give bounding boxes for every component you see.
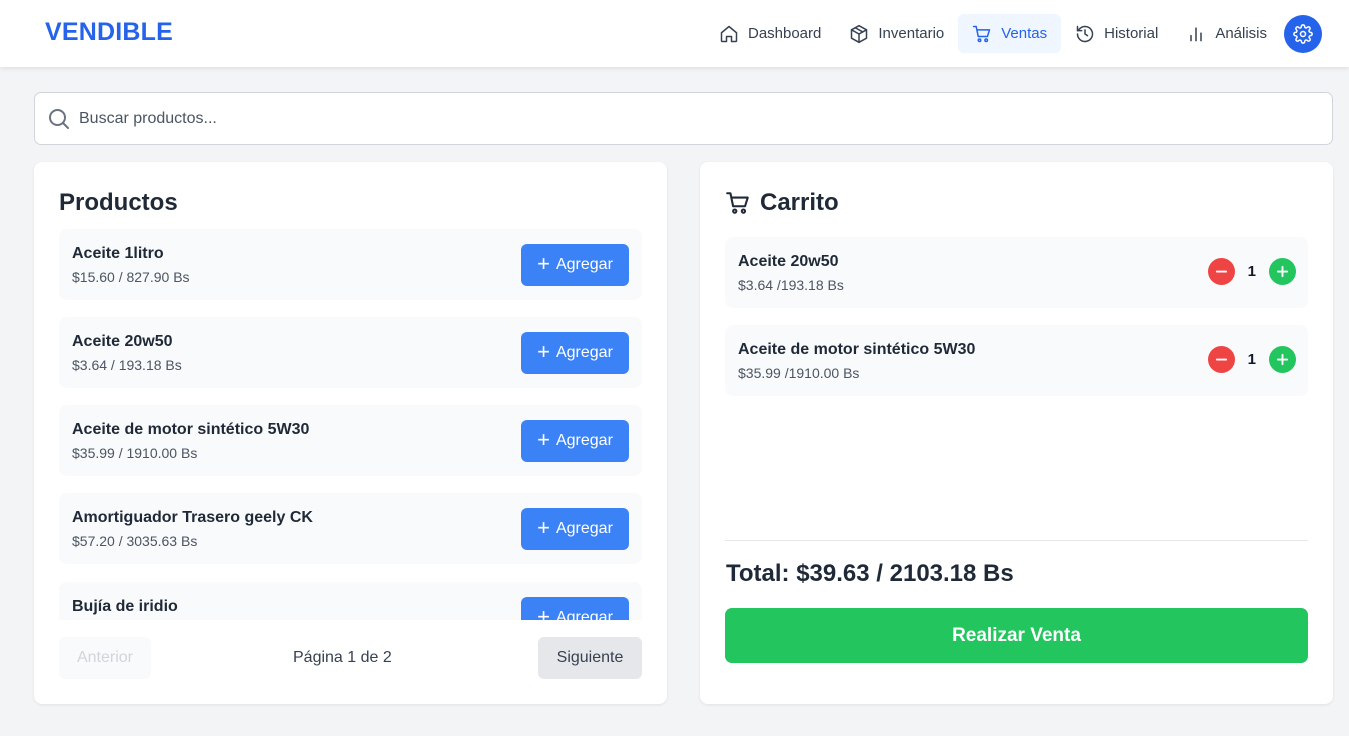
products-panel: Productos Aceite 1litro $15.60 / 827.90 … (34, 162, 667, 704)
product-price: $3.64 / 193.18 Bs (72, 357, 182, 373)
quantity-stepper: 1 (1207, 258, 1296, 285)
top-navbar: VENDIBLE Dashboard Inventario Ventas His… (0, 0, 1349, 67)
increase-quantity-button[interactable] (1269, 346, 1296, 373)
add-label: Agregar (555, 344, 613, 361)
add-label: Agregar (555, 432, 613, 449)
cart-total: Total: $39.63 / 2103.18 Bs (726, 560, 1014, 587)
nav-item-analisis[interactable]: Análisis (1172, 14, 1281, 53)
plus-icon: + (537, 515, 550, 540)
product-item: Amortiguador Trasero geely CK $57.20 / 3… (59, 493, 642, 564)
package-icon (851, 24, 868, 43)
quantity-stepper: 1 (1207, 346, 1296, 373)
cart-icon (726, 192, 749, 214)
product-item: Aceite de motor sintético 5W30 $35.99 / … (59, 405, 642, 476)
increase-quantity-button[interactable] (1269, 258, 1296, 285)
cart-icon (973, 25, 991, 42)
settings-button[interactable] (1284, 14, 1322, 53)
minus-icon (1215, 358, 1227, 361)
cart-item-name: Aceite de motor sintético 5W30 (738, 341, 976, 358)
product-name: Aceite 1litro (72, 245, 164, 262)
cart-item-price: $35.99 /1910.00 Bs (738, 365, 860, 381)
product-name: Bujía de iridio (72, 598, 178, 615)
checkout-button[interactable]: Realizar Venta (725, 608, 1308, 663)
brand-logo[interactable]: VENDIBLE (45, 18, 173, 47)
plus-icon (1276, 265, 1289, 278)
cart-panel: Carrito Aceite 20w50 $3.64 /193.18 Bs 1 … (700, 162, 1333, 704)
cart-item: Aceite 20w50 $3.64 /193.18 Bs 1 (725, 237, 1308, 308)
cart-title: Carrito (760, 189, 839, 216)
next-page-button[interactable]: Siguiente (538, 637, 642, 679)
add-label: Agregar (555, 520, 613, 537)
plus-icon (1276, 353, 1289, 366)
add-to-cart-button[interactable]: + Agregar (521, 244, 629, 286)
nav-label: Dashboard (747, 25, 822, 42)
add-to-cart-button[interactable]: + Agregar (521, 420, 629, 462)
product-name: Aceite de motor sintético 5W30 (72, 421, 310, 438)
history-icon (1076, 25, 1094, 42)
product-item: Aceite 20w50 $3.64 / 193.18 Bs + Agregar (59, 317, 642, 388)
cart-item-price: $3.64 /193.18 Bs (738, 277, 844, 293)
nav-item-inventario[interactable]: Inventario (835, 14, 958, 53)
product-name: Aceite 20w50 (72, 333, 173, 350)
nav-label: Análisis (1215, 25, 1267, 42)
cart-item: Aceite de motor sintético 5W30 $35.99 /1… (725, 325, 1308, 396)
decrease-quantity-button[interactable] (1207, 346, 1235, 373)
nav-label: Ventas (1001, 25, 1048, 42)
nav-item-historial[interactable]: Historial (1061, 14, 1172, 53)
products-title: Productos (59, 189, 178, 216)
product-price: $15.60 / 827.90 Bs (72, 269, 190, 285)
plus-icon: + (537, 427, 550, 452)
home-icon (720, 25, 738, 42)
search-input[interactable] (79, 109, 1279, 128)
cart-item-name: Aceite 20w50 (738, 253, 839, 270)
plus-icon: + (537, 339, 550, 364)
add-label: Agregar (555, 256, 613, 273)
product-item: Aceite 1litro $15.60 / 827.90 Bs + Agreg… (59, 229, 642, 300)
product-price: $57.20 / 3035.63 Bs (72, 533, 198, 549)
search-bar (34, 92, 1333, 145)
bar-chart-icon (1190, 26, 1203, 41)
add-to-cart-button[interactable]: + Agregar (521, 332, 629, 374)
cart-divider (725, 540, 1308, 541)
add-to-cart-button[interactable]: + Agregar (521, 597, 629, 620)
product-name: Amortiguador Trasero geely CK (72, 509, 313, 526)
plus-icon: + (537, 251, 550, 276)
product-price: $35.99 / 1910.00 Bs (72, 445, 198, 461)
nav-label: Historial (1104, 25, 1159, 42)
gear-icon (1293, 23, 1313, 44)
nav-item-ventas[interactable]: Ventas (958, 14, 1062, 53)
page-indicator: Página 1 de 2 (293, 649, 392, 666)
nav-item-dashboard[interactable]: Dashboard (705, 14, 835, 53)
decrease-quantity-button[interactable] (1207, 258, 1235, 285)
plus-icon: + (537, 604, 550, 621)
add-label: Agregar (555, 609, 613, 620)
quantity-value: 1 (1247, 351, 1256, 368)
product-item: Bujía de iridio + Agregar (59, 582, 642, 620)
main-nav: Dashboard Inventario Ventas Historial An… (705, 14, 1322, 53)
quantity-value: 1 (1247, 263, 1256, 280)
minus-icon (1215, 270, 1227, 273)
product-list[interactable]: Aceite 1litro $15.60 / 827.90 Bs + Agreg… (59, 229, 642, 620)
nav-label: Inventario (878, 25, 945, 42)
cart-header: Carrito (725, 189, 839, 217)
search-icon (49, 108, 69, 129)
add-to-cart-button[interactable]: + Agregar (521, 508, 629, 550)
previous-page-button[interactable]: Anterior (59, 637, 151, 679)
